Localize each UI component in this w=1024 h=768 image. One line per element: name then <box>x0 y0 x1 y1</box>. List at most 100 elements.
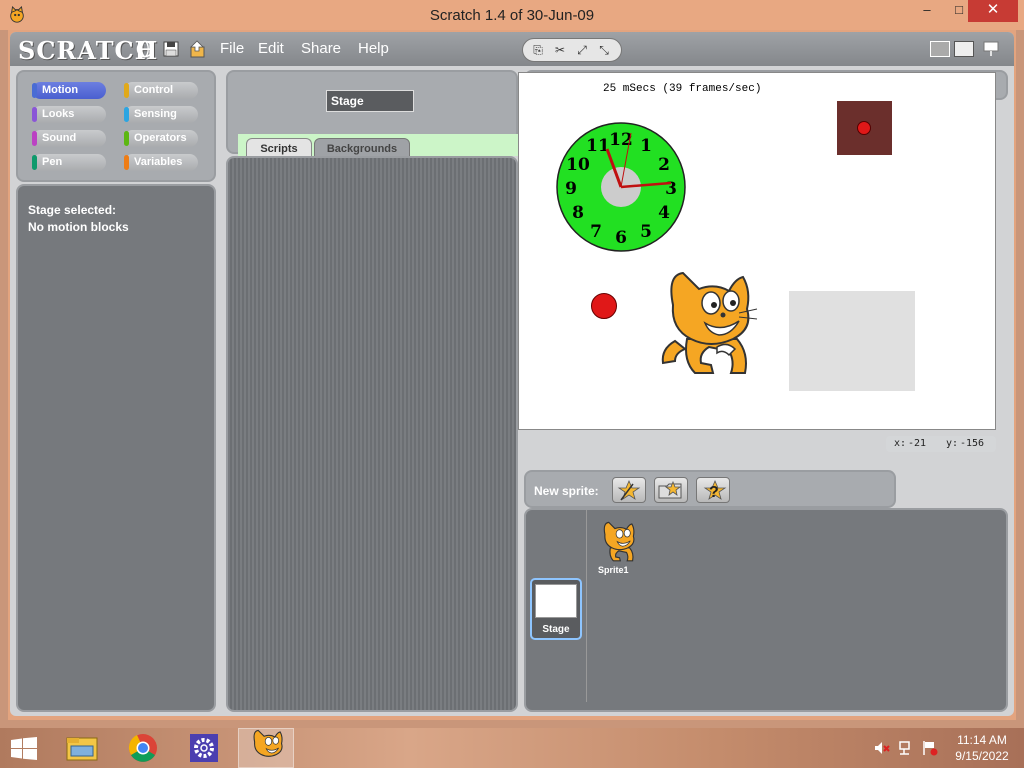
category-operators[interactable]: Operators <box>124 130 198 147</box>
clock-time: 11:14 AM <box>957 733 1007 747</box>
category-variables[interactable]: Variables <box>124 154 198 171</box>
category-swatch <box>32 155 37 170</box>
taskbar-chrome[interactable] <box>115 728 171 768</box>
x-label: x: <box>894 438 907 449</box>
stage-thumb-label: Stage <box>542 624 570 635</box>
clock-numeral: 4 <box>658 203 670 223</box>
clock-numeral: 11 <box>586 136 610 156</box>
clock-numeral: 5 <box>640 222 652 242</box>
scripts-area[interactable] <box>226 156 518 712</box>
tab-backgrounds[interactable]: Backgrounds <box>314 138 410 158</box>
close-button[interactable]: ✕ <box>968 0 1018 22</box>
red-dot-icon <box>857 121 871 135</box>
category-swatch <box>32 83 37 98</box>
y-label: y: <box>946 438 959 449</box>
taskbar-scratch[interactable] <box>238 728 294 768</box>
paint-new-sprite-button[interactable] <box>612 477 646 503</box>
category-swatch <box>124 107 129 122</box>
mouse-coordinates: x: -21 y: -156 <box>886 436 996 452</box>
chrome-icon <box>128 734 157 762</box>
menu-edit[interactable]: Edit <box>258 40 284 57</box>
timer-readout: 25 mSecs (39 frames/sec) <box>603 83 762 95</box>
gray-rectangle-sprite[interactable] <box>789 291 915 391</box>
delete-scissors-icon[interactable]: ✂ <box>551 42 569 58</box>
clock-numeral: 6 <box>615 228 627 248</box>
category-swatch <box>124 131 129 146</box>
clock-numeral: 2 <box>658 155 670 175</box>
minimize-button[interactable]: – <box>912 0 942 22</box>
menu-file[interactable]: File <box>220 40 244 57</box>
windows-start-icon[interactable] <box>10 737 38 761</box>
category-label: Control <box>134 84 174 96</box>
scratch-cat-icon <box>253 729 283 757</box>
top-bar: SCRATCH File Edit Share Help ⎘ ✂ ⤢ ⤡ <box>10 32 1014 66</box>
save-disk-icon[interactable] <box>162 40 180 58</box>
svg-text:?: ? <box>709 484 719 501</box>
category-control[interactable]: Control <box>124 82 198 99</box>
taskbar-settings[interactable] <box>176 728 232 768</box>
shrink-icon[interactable]: ⤡ <box>595 42 613 58</box>
clock-numeral: 1 <box>640 136 652 156</box>
stage-thumbnail[interactable]: Stage <box>530 578 582 640</box>
clock-date: 9/15/2022 <box>955 749 1009 763</box>
category-label: Variables <box>134 156 183 168</box>
clock-numeral: 10 <box>566 155 590 175</box>
taskbar-file-explorer[interactable] <box>54 728 110 768</box>
folder-star-icon <box>658 480 682 499</box>
category-sound[interactable]: Sound <box>32 130 106 147</box>
clock-numeral: 9 <box>565 179 577 199</box>
cursor-tools: ⎘ ✂ ⤢ ⤡ <box>522 38 622 62</box>
blocks-palette[interactable]: Stage selected: No motion blocks <box>16 184 216 712</box>
red-ball-sprite[interactable] <box>591 293 617 319</box>
category-swatch <box>32 131 37 146</box>
tab-scripts[interactable]: Scripts <box>246 138 312 158</box>
paintbrush-star-icon <box>617 479 641 501</box>
category-label: Sound <box>42 132 77 144</box>
random-sprite-button[interactable]: ? <box>696 477 730 503</box>
network-icon[interactable] <box>898 740 914 756</box>
stage-selected-text: Stage selected: <box>28 203 117 217</box>
file-explorer-icon <box>66 737 98 761</box>
category-motion[interactable]: Motion <box>32 82 106 99</box>
new-sprite-label: New sprite: <box>534 484 599 498</box>
duplicate-stamp-icon[interactable]: ⎘ <box>529 42 547 58</box>
gear-icon <box>190 734 218 762</box>
stage-canvas[interactable]: 25 mSecs (39 frames/sec) 12 1 2 3 4 5 6 … <box>518 72 996 430</box>
sprite1-thumbnail[interactable] <box>598 520 638 564</box>
editor-tabs: Scripts Backgrounds <box>238 134 518 158</box>
language-globe-icon[interactable] <box>136 40 154 58</box>
menu-share[interactable]: Share <box>301 40 341 57</box>
category-sensing[interactable]: Sensing <box>124 106 198 123</box>
sprite-info-pane: Stage Scripts Backgrounds <box>226 70 518 158</box>
category-label: Sensing <box>134 108 177 120</box>
clock-numeral: 8 <box>572 203 584 223</box>
normal-stage-view-icon[interactable] <box>954 41 974 57</box>
category-looks[interactable]: Looks <box>32 106 106 123</box>
clock-numeral: 3 <box>665 179 677 199</box>
category-pen[interactable]: Pen <box>32 154 106 171</box>
presentation-mode-icon[interactable] <box>982 40 1000 58</box>
no-blocks-text: No motion blocks <box>28 220 129 234</box>
category-swatch <box>124 155 129 170</box>
menu-help[interactable]: Help <box>358 40 389 57</box>
small-stage-view-icon[interactable] <box>930 41 950 57</box>
y-value: -156 <box>960 438 985 449</box>
category-swatch <box>124 83 129 98</box>
volume-muted-icon[interactable] <box>874 740 890 756</box>
share-upload-icon[interactable] <box>188 40 206 58</box>
stage-preview <box>535 584 577 618</box>
system-clock[interactable]: 11:14 AM 9/15/2022 <box>950 732 1014 764</box>
new-sprite-bar: New sprite: ? <box>524 470 896 508</box>
object-name-field[interactable]: Stage <box>326 90 414 112</box>
dark-square-sprite[interactable] <box>837 101 892 155</box>
grow-icon[interactable]: ⤢ <box>573 42 591 58</box>
action-center-flag-icon[interactable] <box>922 740 938 756</box>
category-label: Pen <box>42 156 63 168</box>
choose-sprite-file-button[interactable] <box>654 477 688 503</box>
palette-message: Stage selected: No motion blocks <box>28 202 129 236</box>
scratch-cat-sprite[interactable] <box>655 269 759 379</box>
clock-sprite[interactable]: 12 1 2 3 4 5 6 7 8 9 10 11 <box>555 121 687 253</box>
sprite1-label: Sprite1 <box>598 565 629 575</box>
sprite-list: Stage Sprite1 <box>524 508 1008 712</box>
question-star-icon: ? <box>703 479 727 501</box>
